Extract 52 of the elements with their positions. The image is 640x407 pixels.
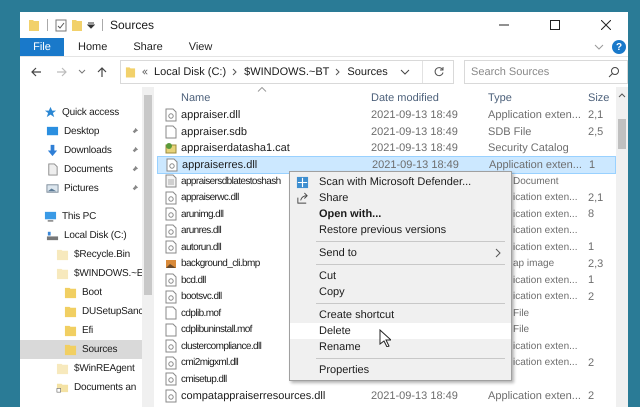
date-cell: 2021-09-13 18:49: [371, 142, 458, 154]
file-name: bcd.dll: [181, 274, 206, 286]
type-cell: ication exten...: [513, 357, 578, 368]
date-cell: 2021-09-13 18:49: [371, 390, 458, 402]
size-cell: 2,5: [588, 126, 604, 138]
file-name: autorun.dll: [181, 242, 222, 253]
size-cell: 2: [588, 390, 594, 402]
size-cell: 8: [588, 208, 594, 220]
size-cell: 1: [588, 274, 594, 286]
type-cell: Application exten...: [488, 390, 581, 402]
size-cell: 2,1: [588, 109, 604, 122]
file-name: bootsvc.dll: [181, 291, 222, 302]
window-title: Sources: [110, 18, 154, 32]
type-cell: Document: [513, 176, 559, 187]
type-cell: SDB File: [488, 126, 532, 138]
type-cell: ication exten...: [513, 208, 578, 220]
file-name: compatappraiserresources.dll: [181, 390, 326, 402]
date-cell: 2021-09-13 18:49: [371, 126, 458, 138]
type-cell: ication exten...: [513, 340, 578, 352]
size-cell: 1: [588, 241, 594, 254]
file-name: appraiserres.dll: [182, 158, 258, 171]
type-cell: ication exten...: [513, 291, 578, 302]
type-cell: ap image: [513, 258, 554, 270]
file-name: clustercompliance.dll: [181, 340, 262, 352]
type-cell: ication exten...: [513, 225, 578, 236]
size-cell: 2: [588, 356, 594, 369]
date-cell: 2021-09-13 18:49: [372, 158, 459, 171]
type-cell: File: [513, 324, 530, 336]
type-cell: Application exten...: [488, 109, 581, 122]
file-name: cmisetup.dll: [181, 374, 227, 385]
file-name: cmi2migxml.dll: [181, 357, 238, 368]
file-name: cdplibuninstall.mof: [181, 324, 252, 336]
file-name: appraisersdblatestoshash: [181, 176, 281, 187]
type-cell: ication exten...: [513, 192, 578, 204]
type-cell: File: [513, 308, 530, 319]
file-name: appraiser.dll: [181, 109, 240, 122]
size-cell: 2: [588, 290, 594, 303]
file-name: cdplib.mof: [181, 308, 221, 319]
size-cell: 1: [589, 158, 596, 171]
file-name: background_cli.bmp: [181, 258, 260, 270]
type-cell: ication exten...: [513, 274, 578, 286]
file-name: arunres.dll: [181, 225, 222, 236]
type-cell: ication exten...: [513, 242, 578, 253]
size-cell: 2,3: [588, 258, 604, 270]
file-name: appraiserdatasha1.cat: [181, 142, 290, 154]
date-cell: 2021-09-13 18:49: [371, 109, 458, 122]
type-cell: Security Catalog: [488, 142, 569, 154]
file-name: appraiser.sdb: [181, 126, 248, 138]
size-cell: 2,1: [588, 192, 604, 204]
file-name: appraiserwc.dll: [181, 192, 239, 204]
type-cell: Application exten...: [489, 158, 582, 171]
file-name: arunimg.dll: [181, 208, 224, 220]
